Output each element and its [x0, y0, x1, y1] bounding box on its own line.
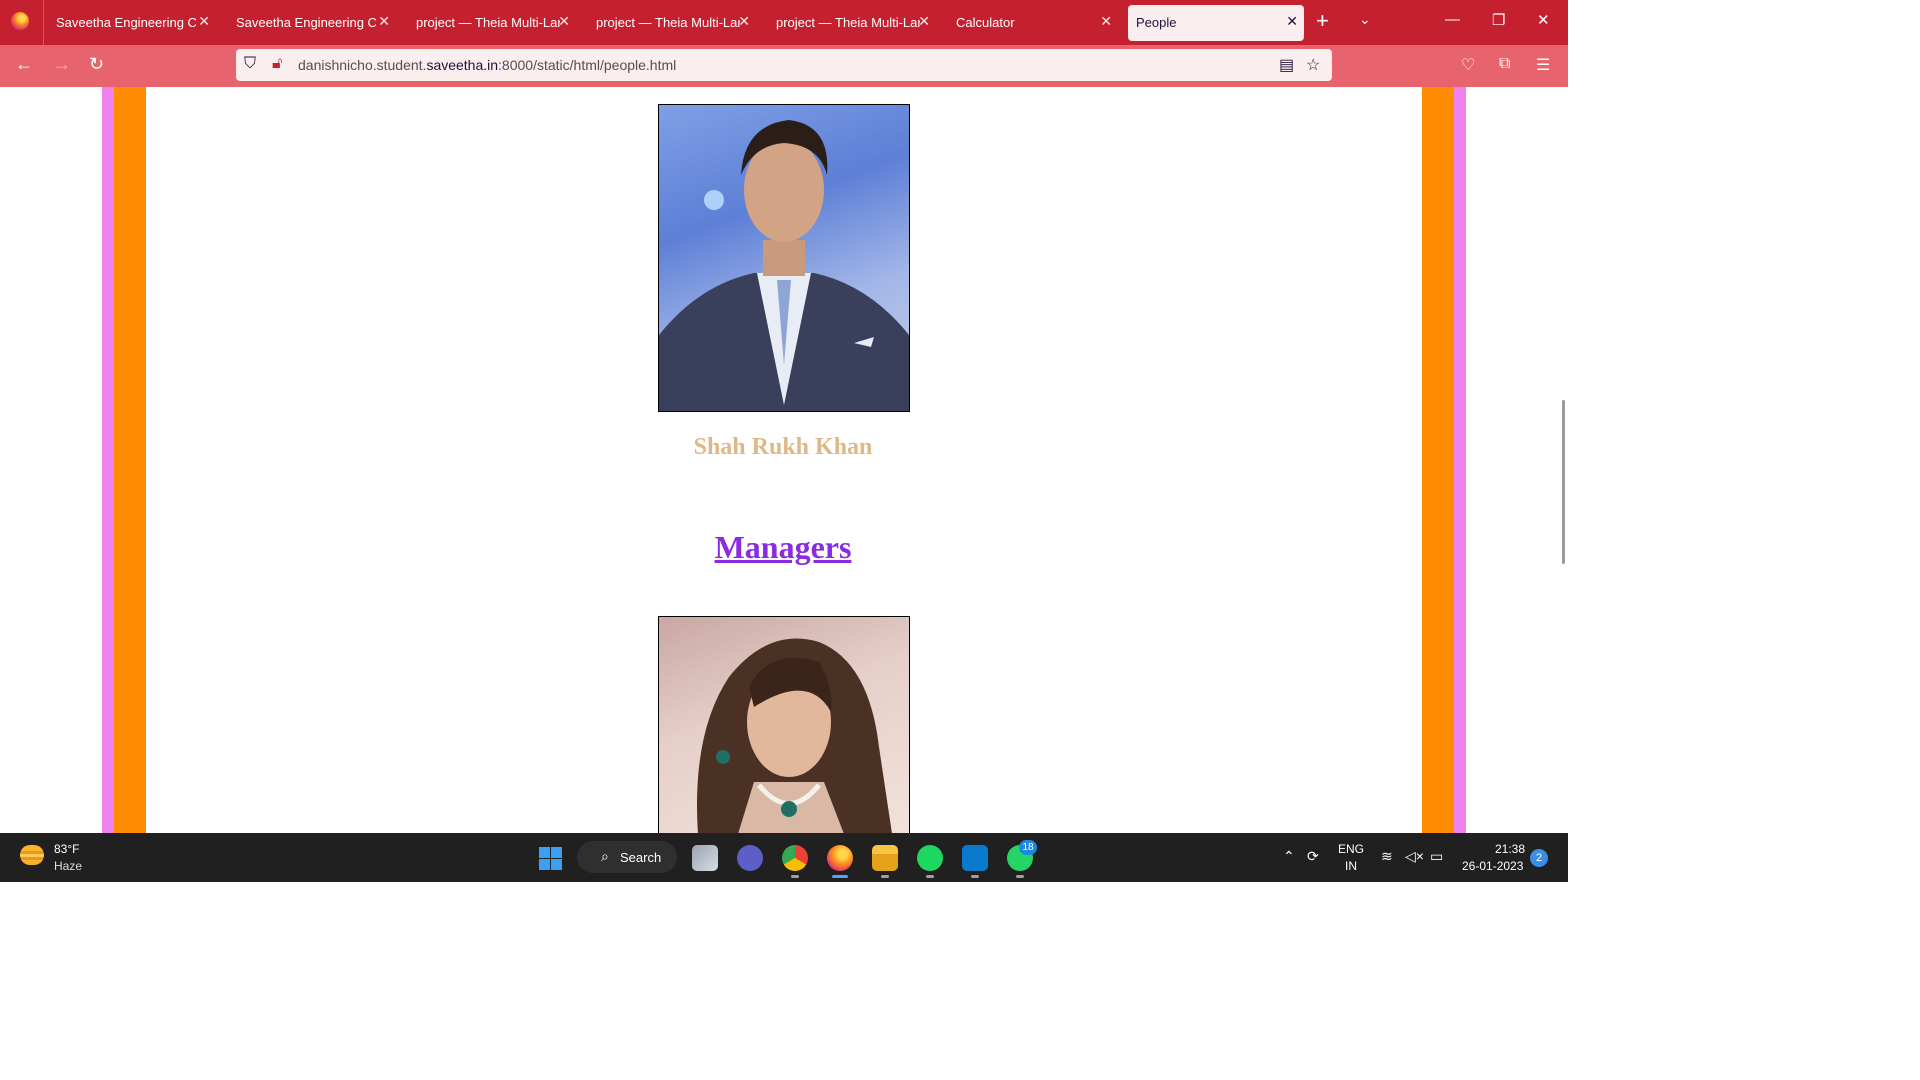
reader-view-icon[interactable]: ▤ [1279, 55, 1294, 75]
tab-people[interactable]: People ✕ [1128, 5, 1304, 41]
search-icon: ⌕ [601, 848, 609, 864]
close-tab-icon[interactable]: ✕ [918, 13, 930, 30]
tab-label: project — Theia Multi-Lang [776, 15, 920, 30]
forward-arrow-icon[interactable]: → [53, 54, 71, 75]
task-view-icon[interactable] [692, 845, 718, 871]
close-tab-icon[interactable]: ✕ [738, 13, 750, 30]
minimize-icon[interactable]: — [1445, 11, 1460, 28]
tab-label: Saveetha Engineering Colle [236, 15, 376, 30]
volume-muted-icon[interactable]: ◁× [1405, 848, 1424, 865]
show-hidden-icons-chevron-icon[interactable]: ⌃ [1283, 848, 1295, 865]
sync-icon[interactable]: ⟳ [1307, 848, 1319, 865]
whatsapp-badge: 18 [1019, 840, 1037, 855]
left-orange-border [114, 87, 146, 833]
shield-icon[interactable]: ⛉ [244, 55, 256, 73]
weather-temperature[interactable]: 83°F [54, 842, 79, 856]
wifi-icon[interactable]: ≋ [1381, 848, 1393, 865]
taskbar-search-button[interactable]: ⌕ Search [577, 841, 677, 873]
weather-haze-icon[interactable] [20, 845, 44, 865]
page-scrollbar[interactable] [1562, 400, 1565, 564]
left-pink-border [102, 87, 114, 833]
list-all-tabs-icon[interactable]: ⌄ [1359, 11, 1371, 28]
chrome-icon[interactable] [782, 845, 808, 878]
tab-theia-1[interactable]: project — Theia Multi-Lang ✕ [408, 5, 576, 41]
tab-saveetha-1[interactable]: Saveetha Engineering Colle ✕ [48, 5, 216, 41]
close-tab-icon[interactable]: ✕ [1286, 13, 1298, 30]
firefox-taskbar-icon[interactable] [827, 845, 853, 878]
page-viewport: Shah Rukh Khan Managers [0, 87, 1568, 833]
tab-label: project — Theia Multi-Lang [416, 15, 560, 30]
bookmark-star-icon[interactable]: ☆ [1306, 55, 1320, 75]
tab-label: Saveetha Engineering Colle [56, 15, 196, 30]
new-tab-button[interactable]: + [1316, 8, 1329, 34]
tab-separator [43, 0, 44, 45]
manager-photo [658, 616, 910, 833]
pocket-icon[interactable]: ♡ [1461, 55, 1475, 75]
right-pink-border [1454, 87, 1466, 833]
restore-icon[interactable]: ❐ [1492, 11, 1505, 29]
input-language[interactable]: ENG [1338, 842, 1364, 856]
close-window-icon[interactable]: ✕ [1537, 11, 1550, 29]
battery-icon[interactable]: ▭ [1430, 848, 1443, 865]
file-explorer-icon[interactable] [872, 845, 898, 878]
close-tab-icon[interactable]: ✕ [378, 13, 390, 30]
start-button-icon[interactable] [539, 847, 562, 870]
tab-label: Calculator [956, 15, 1015, 30]
close-tab-icon[interactable]: ✕ [558, 13, 570, 30]
right-orange-border [1422, 87, 1454, 833]
person-name: Shah Rukh Khan [693, 434, 873, 460]
close-tab-icon[interactable]: ✕ [1100, 13, 1112, 30]
windows-taskbar: 83°F Haze ⌕ Search 18 ⌃ ⟳ ENG IN ≋ ◁× ▭ … [0, 833, 1568, 882]
vscode-icon[interactable] [962, 845, 988, 878]
teams-chat-icon[interactable] [737, 845, 763, 871]
tab-theia-3[interactable]: project — Theia Multi-Lang ✕ [768, 5, 936, 41]
address-bar[interactable]: ⛉ 🔓︎ danishnicho.student.saveetha.in:800… [236, 49, 1332, 81]
insecure-lock-icon[interactable]: 🔓︎ [272, 55, 282, 73]
tab-theia-2[interactable]: project — Theia Multi-Lang ✕ [588, 5, 756, 41]
tab-strip: Saveetha Engineering Colle ✕ Saveetha En… [0, 0, 1568, 45]
clock-time[interactable]: 21:38 [1495, 842, 1525, 856]
search-label: Search [620, 850, 662, 865]
weather-condition[interactable]: Haze [54, 859, 82, 873]
person-photo [658, 104, 910, 412]
notification-count-badge[interactable]: 2 [1530, 849, 1548, 867]
menu-icon[interactable]: ☰ [1536, 55, 1550, 75]
tab-label: project — Theia Multi-Lang [596, 15, 740, 30]
input-region[interactable]: IN [1345, 859, 1357, 873]
close-tab-icon[interactable]: ✕ [198, 13, 210, 30]
section-heading-managers[interactable]: Managers [558, 529, 1008, 566]
back-arrow-icon[interactable]: ← [15, 54, 33, 75]
navigation-toolbar: ← → ↻ ⛉ 🔓︎ danishnicho.student.saveetha.… [0, 45, 1568, 87]
reload-icon[interactable]: ↻ [89, 54, 104, 75]
clock-date[interactable]: 26-01-2023 [1462, 859, 1523, 873]
url-text[interactable]: danishnicho.student.saveetha.in:8000/sta… [298, 57, 676, 73]
tab-calculator[interactable]: Calculator ✕ [948, 5, 1118, 41]
tab-saveetha-2[interactable]: Saveetha Engineering Colle ✕ [228, 5, 396, 41]
tab-label: People [1136, 15, 1177, 30]
spotify-icon[interactable] [917, 845, 943, 878]
extensions-icon[interactable]: ⧉ [1499, 55, 1510, 73]
firefox-logo-icon[interactable] [11, 12, 29, 30]
